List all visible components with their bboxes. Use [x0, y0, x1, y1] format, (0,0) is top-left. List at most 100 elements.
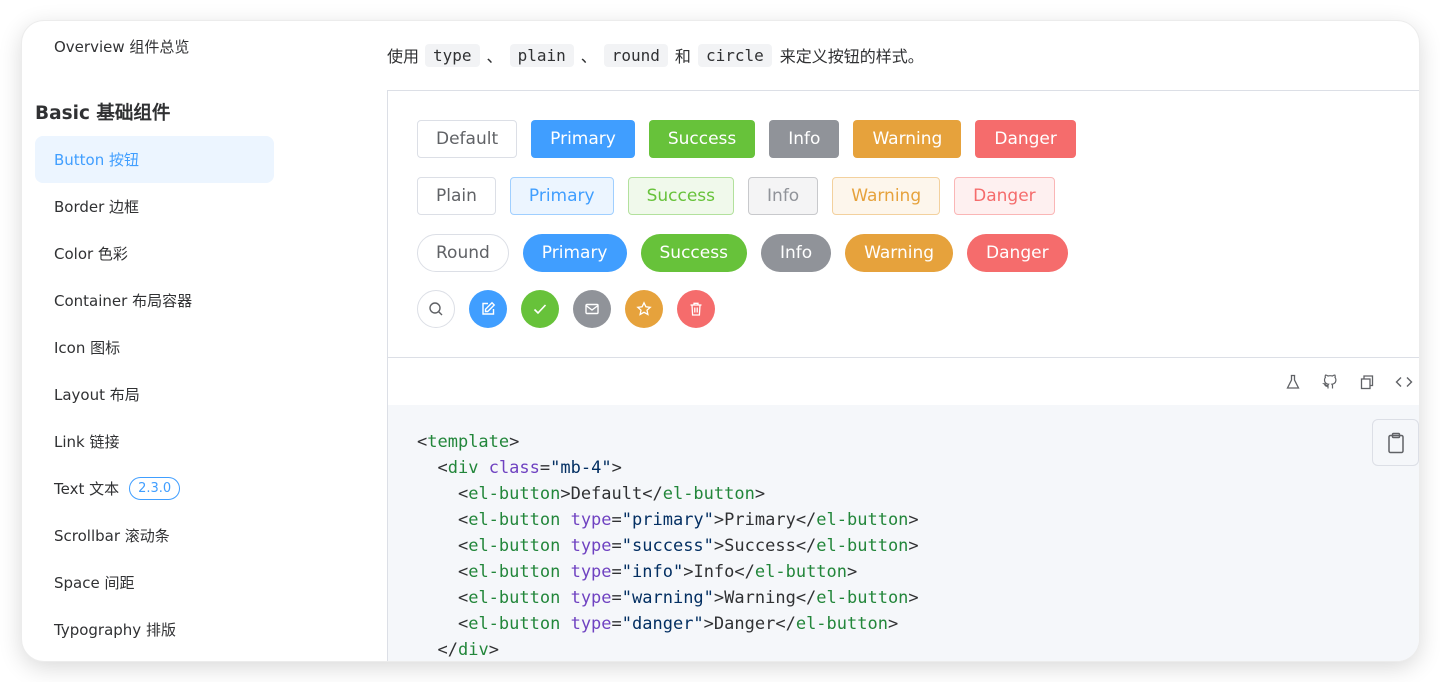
- round-success-button[interactable]: Success: [640, 234, 747, 272]
- intro-paragraph: 使用 type 、 plain 、 round 和 circle 来定义按钮的样…: [387, 43, 924, 67]
- code-text: Primary: [724, 510, 796, 530]
- sidebar-item-border[interactable]: Border 边框: [35, 183, 274, 230]
- circle-message-button[interactable]: [573, 290, 611, 328]
- code-text: Danger: [713, 614, 776, 634]
- code-text: Default: [570, 484, 643, 504]
- code-punct: <: [457, 562, 469, 582]
- circle-delete-button[interactable]: [677, 290, 715, 328]
- code-tag: el-button: [468, 614, 561, 634]
- sidebar-item-link[interactable]: Link 链接: [35, 418, 274, 465]
- success-button[interactable]: Success: [648, 120, 756, 158]
- plain-danger-button[interactable]: Danger: [954, 177, 1055, 215]
- sidebar-item-typography[interactable]: Typography 排版: [35, 606, 274, 653]
- code-block: <template> <div class="mb-4"> <el-button…: [388, 405, 1419, 661]
- code-string: "mb-4": [550, 458, 612, 478]
- intro-prefix: 使用: [387, 47, 420, 66]
- sidebar-item-overview[interactable]: Overview 组件总览: [35, 23, 274, 70]
- code-punct: >: [754, 484, 766, 504]
- sidebar-item-color[interactable]: Color 色彩: [35, 230, 274, 277]
- code-attr: type: [570, 536, 612, 556]
- code-string: "danger": [621, 614, 704, 634]
- plain-warning-button[interactable]: Warning: [832, 177, 941, 215]
- github-button[interactable]: [1319, 371, 1341, 393]
- sidebar-item-label: Color 色彩: [54, 245, 128, 263]
- circle-edit-button[interactable]: [469, 290, 507, 328]
- danger-button[interactable]: Danger: [975, 120, 1076, 158]
- round-button[interactable]: Round: [417, 234, 509, 272]
- intro-suffix: 来定义按钮的样式。: [779, 47, 924, 66]
- sidebar: Overview 组件总览 Basic 基础组件 Button 按钮 Borde…: [22, 21, 387, 661]
- code-line: <el-button type="danger">Danger</el-butt…: [417, 611, 919, 637]
- copy-to-clipboard-button[interactable]: [1372, 419, 1419, 466]
- sidebar-item-label: Border 边框: [54, 198, 140, 216]
- sidebar-item-button[interactable]: Button 按钮: [35, 136, 274, 183]
- code-punct: >: [683, 562, 694, 582]
- warning-button[interactable]: Warning: [853, 120, 962, 158]
- plain-success-button[interactable]: Success: [627, 177, 735, 215]
- code-tag: el-button: [468, 510, 561, 530]
- round-primary-button[interactable]: Primary: [522, 234, 627, 272]
- sidebar-item-icon[interactable]: Icon 图标: [35, 324, 274, 371]
- code-tag: el-button: [754, 562, 848, 582]
- intro-separator: 、: [580, 47, 597, 66]
- code-punct: >: [908, 510, 919, 530]
- plain-primary-button[interactable]: Primary: [509, 177, 614, 215]
- round-danger-button[interactable]: Danger: [967, 234, 1068, 272]
- sidebar-item-label: Scrollbar 滚动条: [54, 527, 170, 545]
- round-warning-button[interactable]: Warning: [845, 234, 954, 272]
- info-button[interactable]: Info: [769, 120, 840, 158]
- sidebar-item-space[interactable]: Space 间距: [35, 559, 274, 606]
- plain-button[interactable]: Plain: [417, 177, 496, 215]
- code-plain: plain: [509, 43, 574, 67]
- copy-code-button[interactable]: [1356, 371, 1378, 393]
- code-tag: div: [457, 640, 489, 660]
- code-punct: >: [560, 484, 571, 504]
- circle-check-button[interactable]: [521, 290, 559, 328]
- code-type: type: [425, 43, 480, 67]
- default-button[interactable]: Default: [417, 120, 518, 158]
- code-text: Warning: [724, 588, 796, 608]
- code-string: "info": [621, 562, 684, 582]
- search-icon: [429, 302, 443, 316]
- code-punct: <: [417, 432, 428, 452]
- code-attr: type: [570, 562, 612, 582]
- playground-button[interactable]: [1282, 371, 1304, 393]
- code-punct: <: [457, 614, 469, 634]
- code-punct: =: [611, 510, 622, 530]
- code-attr: class: [488, 458, 540, 478]
- view-source-icon: [1395, 377, 1413, 387]
- intro-and: 和: [674, 47, 691, 66]
- sidebar-item-label: Container 布局容器: [54, 292, 193, 310]
- code-punct: <: [457, 536, 469, 556]
- code-punct: >: [509, 432, 520, 452]
- source-code: <template> <div class="mb-4"> <el-button…: [417, 429, 919, 661]
- sidebar-item-label: Typography 排版: [54, 621, 176, 639]
- sidebar-item-text[interactable]: Text 文本 2.3.0: [35, 465, 274, 512]
- code-string: "primary": [621, 510, 714, 530]
- code-line: <el-button>Default</el-button>: [417, 481, 919, 507]
- circle-search-button[interactable]: [417, 290, 455, 328]
- code-punct: >: [887, 614, 899, 634]
- code-punct: >: [908, 588, 919, 608]
- primary-button[interactable]: Primary: [531, 120, 635, 158]
- view-source-button[interactable]: [1393, 371, 1415, 393]
- button-row-solid: Default Primary Success Info Warning Dan…: [417, 120, 1090, 158]
- code-punct: <: [457, 510, 469, 530]
- code-punct: </: [795, 536, 817, 556]
- sidebar-item-label: Overview 组件总览: [54, 38, 190, 56]
- round-info-button[interactable]: Info: [760, 234, 832, 272]
- code-punct: =: [611, 536, 622, 556]
- code-line: </div>: [417, 637, 919, 661]
- sidebar-item-scrollbar[interactable]: Scrollbar 滚动条: [35, 512, 274, 559]
- code-line: <div class="mb-4">: [417, 455, 919, 481]
- sidebar-item-label: Button 按钮: [54, 151, 140, 169]
- circle-star-button[interactable]: [625, 290, 663, 328]
- sidebar-item-layout[interactable]: Layout 布局: [35, 371, 274, 418]
- sidebar-item-container[interactable]: Container 布局容器: [35, 277, 274, 324]
- code-round: round: [603, 43, 668, 67]
- plain-info-button[interactable]: Info: [748, 177, 819, 215]
- sidebar-item-label: Layout 布局: [54, 386, 140, 404]
- message-icon: [585, 303, 599, 315]
